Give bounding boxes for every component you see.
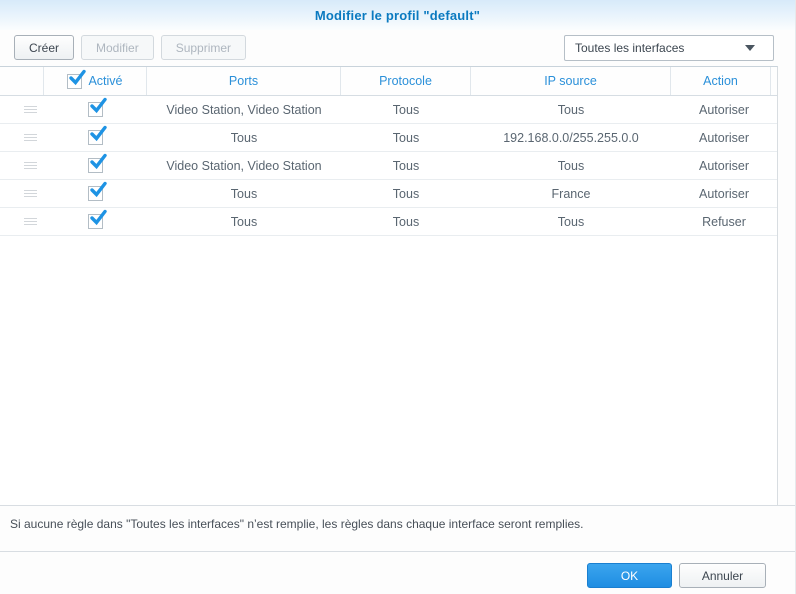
rule-action: Autoriser (698, 102, 750, 117)
rule-action: Autoriser (698, 186, 750, 201)
note-bar: Si aucune règle dans "Toutes les interfa… (0, 505, 795, 552)
column-header-enabled-label: Activé (88, 74, 123, 88)
drag-handle-icon[interactable] (0, 180, 44, 207)
rule-protocol: Tous (392, 186, 420, 201)
toolbar: Créer Modifier Supprimer Toutes les inte… (0, 30, 795, 66)
rule-protocol: Tous (392, 158, 420, 173)
modify-button[interactable]: Modifier (81, 35, 154, 60)
rule-ip-source: France (551, 186, 591, 201)
rule-enabled-checkbox[interactable] (88, 125, 107, 145)
note-text: Si aucune règle dans "Toutes les interfa… (10, 517, 584, 531)
rule-ip-source: 192.168.0.0/255.255.0.0 (503, 130, 639, 145)
rules-grid: Activé Ports Protocole IP source Action … (0, 66, 795, 505)
column-header-protocol[interactable]: Protocole (341, 67, 471, 95)
rule-enabled-checkbox[interactable] (88, 209, 107, 229)
rule-ports: Tous (230, 130, 258, 145)
rules-grid-panel: Activé Ports Protocole IP source Action … (0, 66, 778, 505)
grid-header: Activé Ports Protocole IP source Action (0, 67, 777, 96)
footer: OK Annuler (0, 552, 795, 594)
rule-enabled-checkbox[interactable] (88, 181, 107, 201)
table-row[interactable]: Tous Tous France Autoriser (0, 180, 777, 208)
drag-handle-icon[interactable] (0, 208, 44, 235)
rule-enabled-checkbox[interactable] (88, 153, 107, 173)
column-header-action[interactable]: Action (671, 67, 771, 95)
drag-handle-icon[interactable] (0, 152, 44, 179)
rule-ip-source: Tous (557, 214, 585, 229)
rule-ports: Video Station, Video Station (166, 102, 322, 117)
column-header-ip-source[interactable]: IP source (471, 67, 671, 95)
column-header-ports[interactable]: Ports (147, 67, 341, 95)
rule-protocol: Tous (392, 214, 420, 229)
rule-protocol: Tous (392, 130, 420, 145)
table-row[interactable]: Video Station, Video Station Tous Tous A… (0, 96, 777, 124)
table-row[interactable]: Tous Tous Tous Refuser (0, 208, 777, 236)
rule-enabled-checkbox[interactable] (88, 97, 107, 117)
drag-handle-icon[interactable] (0, 96, 44, 123)
interface-select[interactable]: Toutes les interfaces (564, 35, 774, 61)
rule-action: Autoriser (698, 130, 750, 145)
rule-ip-source: Tous (557, 158, 585, 173)
cancel-button[interactable]: Annuler (679, 563, 766, 588)
rule-action: Autoriser (698, 158, 750, 173)
delete-button[interactable]: Supprimer (160, 35, 247, 60)
column-header-enabled[interactable]: Activé (44, 67, 147, 95)
table-row[interactable]: Tous Tous 192.168.0.0/255.255.0.0 Autori… (0, 124, 777, 152)
table-row[interactable]: Video Station, Video Station Tous Tous A… (0, 152, 777, 180)
rule-ip-source: Tous (557, 102, 585, 117)
drag-handle-icon[interactable] (0, 124, 44, 151)
dialog-titlebar: Modifier le profil "default" (0, 0, 795, 30)
ok-button[interactable]: OK (587, 563, 672, 588)
rule-ports: Tous (230, 186, 258, 201)
column-header-spacer (771, 67, 777, 95)
create-button[interactable]: Créer (14, 35, 75, 60)
rule-ports: Tous (230, 214, 258, 229)
rule-ports: Video Station, Video Station (166, 158, 322, 173)
rule-protocol: Tous (392, 102, 420, 117)
chevron-down-icon (745, 45, 755, 51)
dialog-title: Modifier le profil "default" (314, 7, 481, 23)
interface-select-value: Toutes les interfaces (575, 41, 685, 55)
rule-action: Refuser (702, 214, 746, 229)
firewall-profile-dialog: Modifier le profil "default" Créer Modif… (0, 0, 796, 594)
select-all-checkbox[interactable] (67, 69, 87, 89)
column-header-drag (0, 67, 44, 95)
